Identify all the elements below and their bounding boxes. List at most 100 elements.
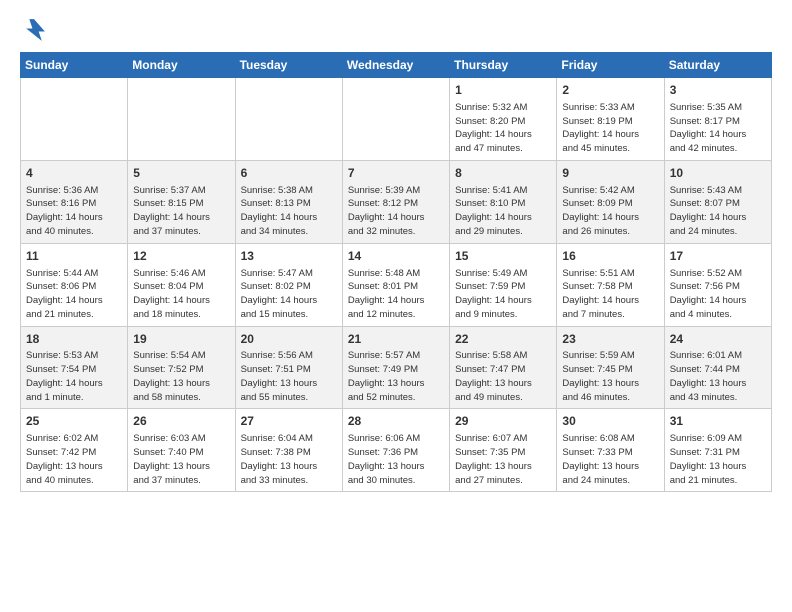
day-info: Sunrise: 5:35 AM Sunset: 8:17 PM Dayligh… — [670, 101, 766, 156]
calendar-cell: 21Sunrise: 5:57 AM Sunset: 7:49 PM Dayli… — [342, 326, 449, 409]
day-info: Sunrise: 6:04 AM Sunset: 7:38 PM Dayligh… — [241, 432, 337, 487]
day-number: 24 — [670, 331, 766, 348]
day-info: Sunrise: 5:58 AM Sunset: 7:47 PM Dayligh… — [455, 349, 551, 404]
calendar-cell — [342, 78, 449, 161]
day-number: 22 — [455, 331, 551, 348]
calendar-cell: 28 Sunrise: 6:06 AM Sunset: 7:36 PM Dayli… — [342, 409, 449, 492]
calendar-cell: 31 Sunrise: 6:09 AM Sunset: 7:31 PM Dayli… — [664, 409, 771, 492]
day-number: 8 — [455, 165, 551, 182]
day-info: Sunrise: 5:51 AM Sunset: 7:58 PM Dayligh… — [562, 267, 658, 322]
day-info: Sunrise: 6:02 AM Sunset: 7:42 PM Dayligh… — [26, 432, 122, 487]
day-number: 28 — [348, 413, 444, 430]
calendar-cell — [235, 78, 342, 161]
day-info: Sunrise: 6:08 AM Sunset: 7:33 PM Dayligh… — [562, 432, 658, 487]
calendar-cell: 10 Sunrise: 5:43 AM Sunset: 8:07 PM Dayli… — [664, 160, 771, 243]
day-number: 15 — [455, 248, 551, 265]
day-info: Sunrise: 5:52 AM Sunset: 7:56 PM Dayligh… — [670, 267, 766, 322]
logo-icon — [20, 16, 48, 44]
calendar-cell: 29Sunrise: 6:07 AM Sunset: 7:35 PM Dayli… — [450, 409, 557, 492]
day-number: 18 — [26, 331, 122, 348]
day-info: Sunrise: 5:41 AM Sunset: 8:10 PM Dayligh… — [455, 184, 551, 239]
day-info: Sunrise: 6:09 AM Sunset: 7:31 PM Dayligh… — [670, 432, 766, 487]
page: SundayMondayTuesdayWednesdayThursdayFrid… — [0, 0, 792, 508]
calendar-cell: 25 Sunrise: 6:02 AM Sunset: 7:42 PM Dayli… — [21, 409, 128, 492]
day-info: Sunrise: 6:06 AM Sunset: 7:36 PM Dayligh… — [348, 432, 444, 487]
day-number: 4 — [26, 165, 122, 182]
day-number: 9 — [562, 165, 658, 182]
day-info: Sunrise: 5:39 AM Sunset: 8:12 PM Dayligh… — [348, 184, 444, 239]
day-number: 2 — [562, 82, 658, 99]
day-number: 20 — [241, 331, 337, 348]
day-info: Sunrise: 5:56 AM Sunset: 7:51 PM Dayligh… — [241, 349, 337, 404]
calendar-cell: 24Sunrise: 6:01 AM Sunset: 7:44 PM Dayli… — [664, 326, 771, 409]
day-number: 31 — [670, 413, 766, 430]
calendar-cell: 1 Sunrise: 5:32 AM Sunset: 8:20 PM Daylig… — [450, 78, 557, 161]
day-number: 13 — [241, 248, 337, 265]
day-info: Sunrise: 5:36 AM Sunset: 8:16 PM Dayligh… — [26, 184, 122, 239]
day-info: Sunrise: 5:43 AM Sunset: 8:07 PM Dayligh… — [670, 184, 766, 239]
day-number: 29 — [455, 413, 551, 430]
day-info: Sunrise: 5:46 AM Sunset: 8:04 PM Dayligh… — [133, 267, 229, 322]
day-info: Sunrise: 5:59 AM Sunset: 7:45 PM Dayligh… — [562, 349, 658, 404]
day-number: 12 — [133, 248, 229, 265]
day-info: Sunrise: 6:01 AM Sunset: 7:44 PM Dayligh… — [670, 349, 766, 404]
week-row-2: 4 Sunrise: 5:36 AM Sunset: 8:16 PM Daylig… — [21, 160, 772, 243]
day-number: 16 — [562, 248, 658, 265]
day-number: 14 — [348, 248, 444, 265]
day-info: Sunrise: 5:33 AM Sunset: 8:19 PM Dayligh… — [562, 101, 658, 156]
day-info: Sunrise: 5:49 AM Sunset: 7:59 PM Dayligh… — [455, 267, 551, 322]
calendar-cell: 23Sunrise: 5:59 AM Sunset: 7:45 PM Dayli… — [557, 326, 664, 409]
calendar-cell: 5 Sunrise: 5:37 AM Sunset: 8:15 PM Daylig… — [128, 160, 235, 243]
day-info: Sunrise: 5:53 AM Sunset: 7:54 PM Dayligh… — [26, 349, 122, 404]
calendar-cell: 19Sunrise: 5:54 AM Sunset: 7:52 PM Dayli… — [128, 326, 235, 409]
weekday-header-saturday: Saturday — [664, 53, 771, 78]
calendar-cell: 16 Sunrise: 5:51 AM Sunset: 7:58 PM Dayli… — [557, 243, 664, 326]
week-row-4: 18Sunrise: 5:53 AM Sunset: 7:54 PM Dayli… — [21, 326, 772, 409]
day-number: 11 — [26, 248, 122, 265]
calendar-cell: 30 Sunrise: 6:08 AM Sunset: 7:33 PM Dayli… — [557, 409, 664, 492]
calendar-table: SundayMondayTuesdayWednesdayThursdayFrid… — [20, 52, 772, 492]
day-number: 1 — [455, 82, 551, 99]
calendar-cell: 27Sunrise: 6:04 AM Sunset: 7:38 PM Dayli… — [235, 409, 342, 492]
day-info: Sunrise: 5:48 AM Sunset: 8:01 PM Dayligh… — [348, 267, 444, 322]
day-number: 30 — [562, 413, 658, 430]
calendar-cell: 12 Sunrise: 5:46 AM Sunset: 8:04 PM Dayli… — [128, 243, 235, 326]
calendar-cell: 18Sunrise: 5:53 AM Sunset: 7:54 PM Dayli… — [21, 326, 128, 409]
weekday-header-friday: Friday — [557, 53, 664, 78]
header — [20, 16, 772, 44]
day-number: 7 — [348, 165, 444, 182]
calendar-cell: 20Sunrise: 5:56 AM Sunset: 7:51 PM Dayli… — [235, 326, 342, 409]
day-number: 25 — [26, 413, 122, 430]
day-number: 10 — [670, 165, 766, 182]
calendar-cell: 7 Sunrise: 5:39 AM Sunset: 8:12 PM Daylig… — [342, 160, 449, 243]
calendar-cell: 4 Sunrise: 5:36 AM Sunset: 8:16 PM Daylig… — [21, 160, 128, 243]
calendar-cell: 26 Sunrise: 6:03 AM Sunset: 7:40 PM Dayli… — [128, 409, 235, 492]
day-info: Sunrise: 5:47 AM Sunset: 8:02 PM Dayligh… — [241, 267, 337, 322]
day-number: 26 — [133, 413, 229, 430]
weekday-header-row: SundayMondayTuesdayWednesdayThursdayFrid… — [21, 53, 772, 78]
day-number: 23 — [562, 331, 658, 348]
weekday-header-wednesday: Wednesday — [342, 53, 449, 78]
weekday-header-thursday: Thursday — [450, 53, 557, 78]
calendar-cell: 6 Sunrise: 5:38 AM Sunset: 8:13 PM Daylig… — [235, 160, 342, 243]
weekday-header-sunday: Sunday — [21, 53, 128, 78]
week-row-5: 25 Sunrise: 6:02 AM Sunset: 7:42 PM Dayli… — [21, 409, 772, 492]
day-info: Sunrise: 5:37 AM Sunset: 8:15 PM Dayligh… — [133, 184, 229, 239]
day-info: Sunrise: 5:32 AM Sunset: 8:20 PM Dayligh… — [455, 101, 551, 156]
day-number: 6 — [241, 165, 337, 182]
day-info: Sunrise: 5:54 AM Sunset: 7:52 PM Dayligh… — [133, 349, 229, 404]
day-number: 5 — [133, 165, 229, 182]
calendar-cell: 15 Sunrise: 5:49 AM Sunset: 7:59 PM Dayli… — [450, 243, 557, 326]
day-info: Sunrise: 6:03 AM Sunset: 7:40 PM Dayligh… — [133, 432, 229, 487]
calendar-cell: 17Sunrise: 5:52 AM Sunset: 7:56 PM Dayli… — [664, 243, 771, 326]
weekday-header-monday: Monday — [128, 53, 235, 78]
day-number: 21 — [348, 331, 444, 348]
week-row-1: 1 Sunrise: 5:32 AM Sunset: 8:20 PM Daylig… — [21, 78, 772, 161]
calendar-cell: 13 Sunrise: 5:47 AM Sunset: 8:02 PM Dayli… — [235, 243, 342, 326]
day-info: Sunrise: 5:42 AM Sunset: 8:09 PM Dayligh… — [562, 184, 658, 239]
day-number: 3 — [670, 82, 766, 99]
day-info: Sunrise: 5:38 AM Sunset: 8:13 PM Dayligh… — [241, 184, 337, 239]
calendar-cell: 22Sunrise: 5:58 AM Sunset: 7:47 PM Dayli… — [450, 326, 557, 409]
calendar-cell — [21, 78, 128, 161]
calendar-cell: 9 Sunrise: 5:42 AM Sunset: 8:09 PM Daylig… — [557, 160, 664, 243]
